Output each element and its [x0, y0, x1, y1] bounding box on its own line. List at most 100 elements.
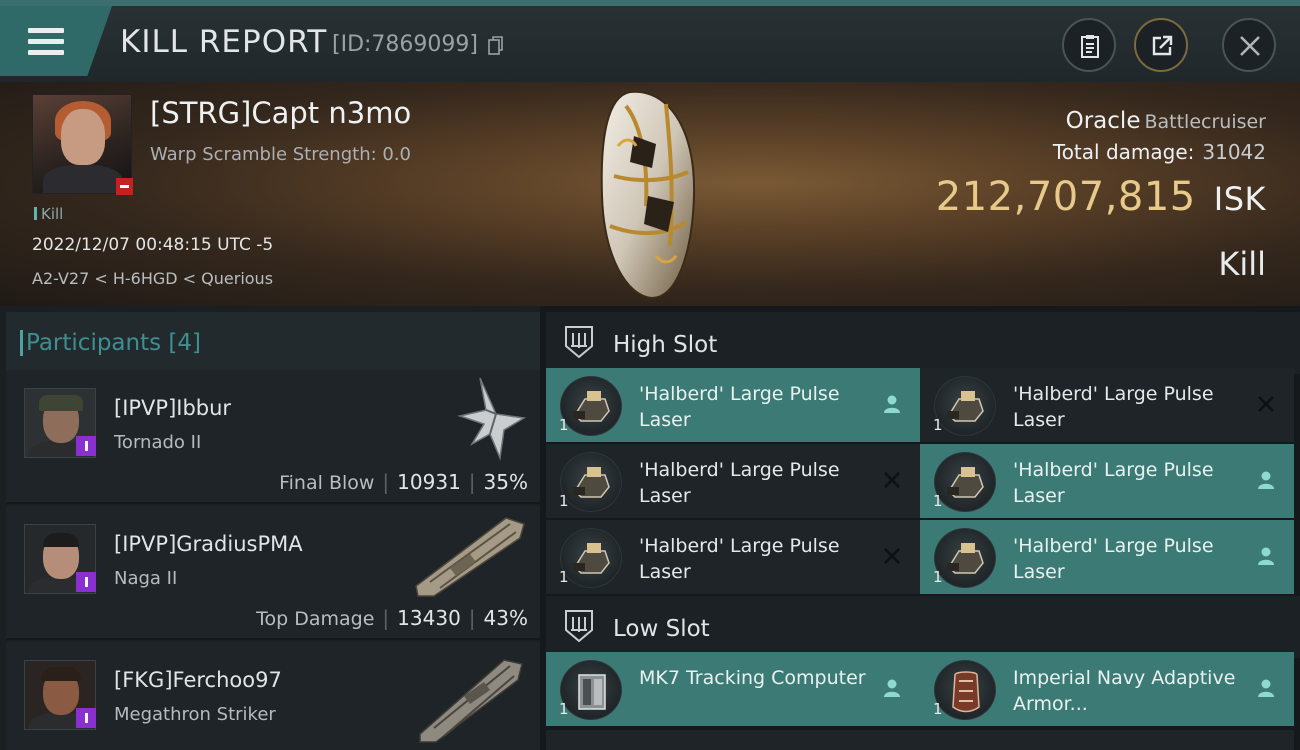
high-slot-icon [565, 326, 593, 359]
high-slot-label: High Slot [613, 332, 718, 358]
participant-row[interactable]: [IPVP]Ibbur Tornado II Final Blow | 10931 |… [6, 370, 540, 504]
module-name: 'Halberd' Large Pulse Laser [1013, 383, 1214, 431]
result-label: Kill [1218, 245, 1266, 283]
stat-percent: 35% [483, 470, 528, 494]
module-quantity: 1 [559, 416, 569, 434]
report-id: [ID:7869099] [332, 32, 478, 57]
module-slot[interactable] [920, 730, 1294, 750]
module-name: Imperial Navy Adaptive Armor... [1013, 667, 1236, 715]
participant-ship-image [457, 377, 527, 461]
module-slot[interactable]: 1 MK7 Tracking Computer [546, 652, 920, 726]
close-icon [1240, 36, 1260, 56]
share-button[interactable] [1134, 18, 1188, 72]
hamburger-icon [28, 28, 64, 33]
ship-class: Battlecruiser [1144, 111, 1266, 133]
module-quantity: 1 [933, 568, 943, 586]
participants-header[interactable]: Participants [4] [6, 312, 540, 370]
title-bar: KILL REPORT [ID:7869099] [0, 0, 1300, 82]
stat-damage: 10931 [397, 470, 461, 494]
module-quantity: 1 [933, 492, 943, 510]
participant-ship: Tornado II [114, 432, 202, 453]
module-slot[interactable] [546, 730, 920, 750]
participant-name: [FKG]Ferchoo97 [114, 668, 282, 692]
participants-panel: Participants [4] [IPVP]Ibbur Tornado II … [0, 306, 540, 750]
module-slot[interactable]: 1 'Halberd' Large Pulse Laser [546, 444, 920, 518]
page-title: KILL REPORT [120, 24, 328, 60]
total-damage: Total damage: 31042 [1053, 140, 1266, 164]
participant-ship-image [419, 659, 523, 743]
stat-damage: 13430 [397, 606, 461, 630]
participant-name: [IPVP]GradiusPMA [114, 532, 303, 556]
standing-badge-icon [76, 572, 96, 592]
low-slot-label: Low Slot [613, 616, 710, 642]
module-slot[interactable]: 1 Imperial Navy Adaptive Armor... [920, 652, 1294, 726]
person-icon [884, 679, 900, 697]
standing-badge-icon [116, 178, 133, 195]
module-slot[interactable]: 1 'Halberd' Large Pulse Laser [546, 520, 920, 594]
module-name: 'Halberd' Large Pulse Laser [639, 459, 840, 507]
participant-ship-image [415, 517, 525, 597]
module-name: 'Halberd' Large Pulse Laser [1013, 459, 1214, 507]
pulse-laser-icon [560, 376, 622, 436]
module-slot[interactable]: 1 'Halberd' Large Pulse Laser [920, 520, 1294, 594]
kill-tag: Kill [34, 205, 63, 223]
total-damage-label: Total damage: [1052, 140, 1195, 164]
person-icon [1258, 547, 1274, 565]
destroyed-x-icon [1258, 396, 1274, 412]
module-quantity: 1 [559, 568, 569, 586]
isk-amount: 212,707,815 [935, 174, 1196, 220]
standing-badge-icon [76, 708, 96, 728]
low-slot-icon [565, 610, 593, 643]
fitting-panel: High Slot 1 'Halberd' Large Pulse Laser … [540, 306, 1300, 750]
person-icon [1258, 679, 1274, 697]
destroyed-x-icon [884, 548, 900, 564]
low-slot-header: Low Slot [546, 596, 1300, 658]
pulse-laser-icon [560, 452, 622, 512]
menu-button[interactable] [0, 6, 112, 76]
module-slot[interactable]: 1 'Halberd' Large Pulse Laser [546, 368, 920, 442]
module-quantity: 1 [559, 492, 569, 510]
share-icon [1152, 35, 1173, 56]
participants-label: Participants [4] [19, 330, 202, 356]
stat-label: Top Damage [256, 608, 375, 630]
warp-scramble-strength: Warp Scramble Strength: 0.0 [150, 144, 412, 165]
module-slot[interactable]: 1 'Halberd' Large Pulse Laser [920, 444, 1294, 518]
destroyed-x-icon [884, 472, 900, 488]
participant-ship: Naga II [114, 568, 178, 589]
isk-value: 212,707,815 ISK [936, 174, 1266, 220]
victim-ship[interactable]: Oracle Battlecruiser [1066, 108, 1266, 134]
pulse-laser-icon [560, 528, 622, 588]
high-slot-header: High Slot [546, 312, 1300, 374]
close-button[interactable] [1222, 18, 1276, 72]
victim-ship-image [600, 90, 696, 300]
participant-stats: Top Damage | 13430 | 43% [256, 606, 528, 630]
pulse-laser-icon [934, 452, 996, 512]
clipboard-icon [1081, 35, 1099, 58]
participant-stats: Final Blow | 10931 | 35% [279, 470, 528, 494]
participant-row[interactable]: [FKG]Ferchoo97 Megathron Striker [6, 642, 540, 750]
person-icon [1258, 471, 1274, 489]
participant-ship: Megathron Striker [114, 704, 276, 725]
tracking-computer-icon [560, 660, 622, 720]
victim-name[interactable]: [STRG]Capt n3mo [150, 96, 411, 130]
module-quantity: 1 [933, 700, 943, 718]
clipboard-button[interactable] [1062, 18, 1116, 72]
module-quantity: 1 [559, 700, 569, 718]
total-damage-value: 31042 [1202, 140, 1266, 164]
module-quantity: 1 [933, 416, 943, 434]
victim-banner: [STRG]Capt n3mo Warp Scramble Strength: … [0, 82, 1300, 306]
module-name: MK7 Tracking Computer [639, 667, 866, 689]
copy-icon[interactable] [488, 36, 504, 56]
isk-unit: ISK [1213, 180, 1266, 218]
module-name: 'Halberd' Large Pulse Laser [639, 535, 840, 583]
stat-percent: 43% [483, 606, 528, 630]
stat-label: Final Blow [279, 472, 375, 494]
kill-location[interactable]: A2-V27 < H-6HGD < Querious [32, 269, 273, 288]
armor-hardener-icon [934, 660, 996, 720]
pulse-laser-icon [934, 528, 996, 588]
participant-row[interactable]: [IPVP]GradiusPMA Naga II Top Damage | 1343… [6, 506, 540, 640]
module-name: 'Halberd' Large Pulse Laser [1013, 535, 1214, 583]
pulse-laser-icon [934, 376, 996, 436]
module-slot[interactable]: 1 'Halberd' Large Pulse Laser [920, 368, 1294, 442]
standing-badge-icon [76, 436, 96, 456]
